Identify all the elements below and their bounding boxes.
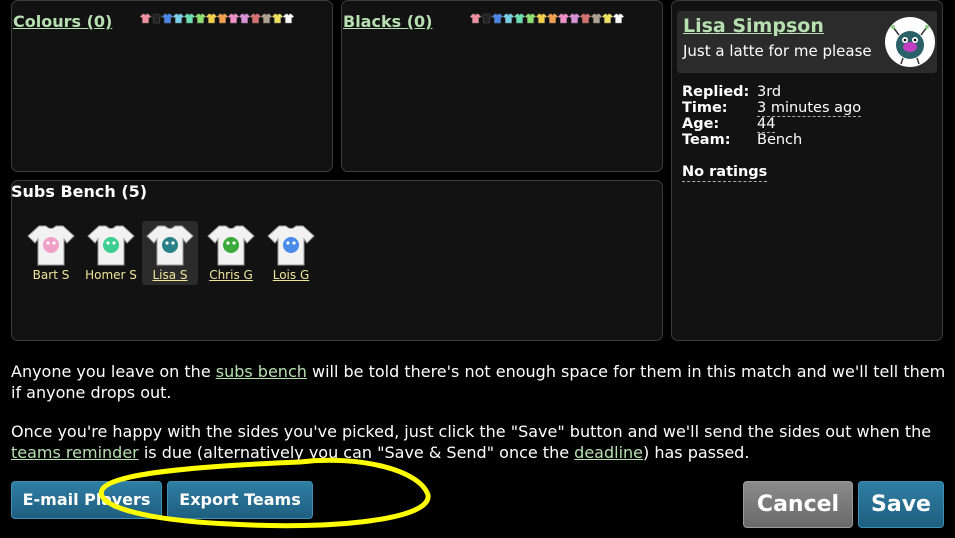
cancel-button[interactable]: Cancel (743, 481, 853, 528)
mini-shirt-icon (514, 13, 525, 24)
export-teams-button[interactable]: Export Teams (167, 481, 313, 519)
time-value-tooltip[interactable]: 3 minutes ago (757, 100, 862, 117)
team-title-blacks[interactable]: Blacks (0) (343, 12, 432, 31)
email-players-button[interactable]: E-mail Players (11, 481, 162, 519)
mini-shirt-icon (217, 13, 228, 24)
mini-shirt-icon (613, 13, 624, 24)
pink-cat-shirt-icon (27, 225, 75, 266)
mini-shirt-icon (228, 13, 239, 24)
mini-shirt-icon (162, 13, 173, 24)
teal-monster-shirt-icon (146, 225, 194, 266)
subs-player-name[interactable]: Lisa S (142, 268, 198, 282)
subs-bench-link[interactable]: subs bench (216, 362, 307, 381)
team-panel-colours: Colours (0) (11, 0, 333, 172)
mini-shirt-icon (580, 13, 591, 24)
subs-bench-title: Subs Bench (5) (11, 182, 148, 201)
save-info: Once you're happy with the sides you've … (11, 422, 932, 462)
subs-player-name[interactable]: Chris G (203, 268, 259, 282)
age-value-tooltip[interactable]: 44 (757, 116, 776, 133)
shirt-colour-strip[interactable] (140, 13, 294, 24)
profile-message: Just a latte for me please (683, 42, 872, 60)
mini-shirt-icon (283, 13, 294, 24)
subs-player[interactable]: Chris G (203, 221, 259, 285)
subs-player-name[interactable]: Lois G (263, 268, 319, 282)
subs-player[interactable]: Lisa S (142, 221, 198, 285)
team-panel-blacks: Blacks (0) (341, 0, 663, 172)
mini-shirt-icon (261, 13, 272, 24)
subs-player[interactable]: Bart S (23, 221, 79, 285)
save-button[interactable]: Save (858, 481, 944, 528)
avatar (885, 17, 935, 67)
deadline-link[interactable]: deadline (574, 443, 643, 462)
mini-shirt-icon (173, 13, 184, 24)
mini-shirt-icon (140, 13, 151, 24)
subs-player[interactable]: Lois G (263, 221, 319, 285)
profile-name-link[interactable]: Lisa Simpson (683, 15, 824, 37)
mini-shirt-icon (503, 13, 514, 24)
mini-shirt-icon (602, 13, 613, 24)
subs-player[interactable]: Homer S (83, 221, 139, 285)
mini-shirt-icon (206, 13, 217, 24)
mini-shirt-icon (239, 13, 250, 24)
green-robot-shirt-icon (207, 225, 255, 266)
mini-shirt-icon (492, 13, 503, 24)
mini-shirt-icon (272, 13, 283, 24)
shirt-colour-strip[interactable] (470, 13, 624, 24)
mini-shirt-icon (569, 13, 580, 24)
mini-shirt-icon (470, 13, 481, 24)
mini-shirt-icon (547, 13, 558, 24)
mini-shirt-icon (250, 13, 261, 24)
teams-reminder-link[interactable]: teams reminder (11, 443, 139, 462)
mini-shirt-icon (184, 13, 195, 24)
green-bug-shirt-icon (87, 225, 135, 266)
mini-shirt-icon (151, 13, 162, 24)
blue-creature-shirt-icon (267, 225, 315, 266)
mini-shirt-icon (536, 13, 547, 24)
mini-shirt-icon (481, 13, 492, 24)
monster-avatar-icon (891, 25, 929, 65)
subs-player-name: Bart S (32, 268, 70, 282)
subs-player-name: Homer S (85, 268, 137, 282)
ratings-link[interactable]: No ratings (682, 164, 768, 182)
profile-header: Lisa Simpson Just a latte for me please (677, 11, 937, 73)
subs-bench-info: Anyone you leave on the subs bench will … (11, 362, 946, 402)
mini-shirt-icon (558, 13, 569, 24)
mini-shirt-icon (591, 13, 602, 24)
mini-shirt-icon (525, 13, 536, 24)
mini-shirt-icon (195, 13, 206, 24)
team-title-colours[interactable]: Colours (0) (13, 12, 112, 31)
